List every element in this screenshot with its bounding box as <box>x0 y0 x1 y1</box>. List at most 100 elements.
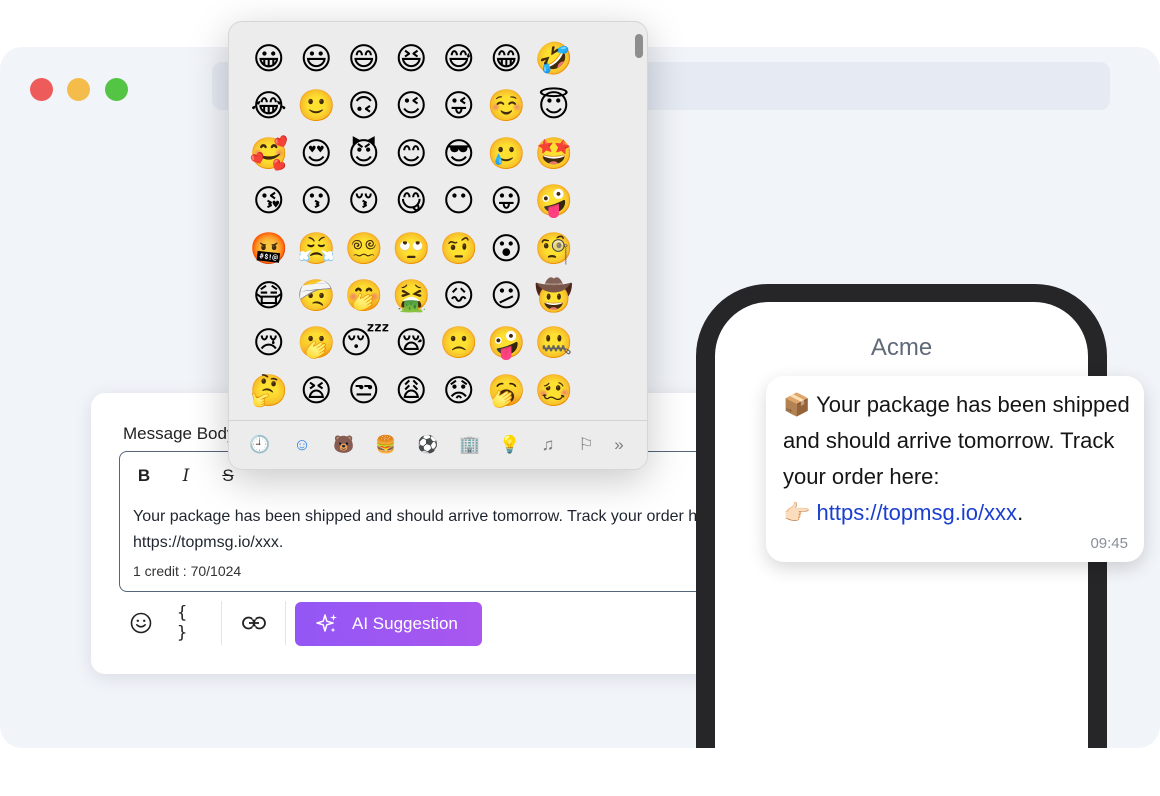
emoji-option[interactable]: 😕 <box>483 272 531 319</box>
emoji-option[interactable]: 😵‍💫 <box>340 225 388 272</box>
emoji-option[interactable]: 😁 <box>483 35 531 82</box>
link-icon <box>242 616 266 630</box>
link-suffix: . <box>1017 500 1024 525</box>
close-window-button[interactable] <box>30 78 53 101</box>
emoji-option[interactable]: 😃 <box>293 35 341 82</box>
emoji-option[interactable]: 😟 <box>435 367 483 414</box>
food-icon[interactable]: 🍔 <box>374 433 398 457</box>
picker-scrollbar[interactable] <box>635 34 643 58</box>
emoji-picker-button[interactable] <box>127 603 155 643</box>
emoji-option[interactable]: 😋 <box>388 177 436 224</box>
emoji-category-bar: 🕘 ☺ 🐻 🍔 ⚽ 🏢 💡 ♫ ⚐ » <box>229 420 647 469</box>
insert-variable-button[interactable]: { } <box>177 603 205 643</box>
toolbar-divider <box>285 601 286 645</box>
emoji-option[interactable]: 😇 <box>530 82 578 129</box>
emoji-option[interactable]: 😆 <box>388 35 436 82</box>
emoji-option[interactable]: 🥰 <box>245 130 293 177</box>
sms-message-text: 📦 Your package has been shipped and shou… <box>783 387 1133 531</box>
zoom-window-button[interactable] <box>105 78 128 101</box>
emoji-option[interactable]: 🤮 <box>388 272 436 319</box>
italic-button[interactable]: I <box>172 462 200 490</box>
emoji-option[interactable]: 🤬 <box>245 225 293 272</box>
pointing-emoji: 👉🏻 <box>783 500 811 525</box>
emoji-option[interactable]: 🤔 <box>245 367 293 414</box>
emoji-option[interactable]: 🤐 <box>530 319 578 366</box>
emoji-option[interactable]: 😩 <box>388 367 436 414</box>
message-body-label: Message Body <box>123 424 236 443</box>
sender-name: Acme <box>870 334 933 361</box>
emoji-option[interactable]: 🤭 <box>340 272 388 319</box>
emoji-option[interactable]: 😴 <box>340 319 390 366</box>
message-text[interactable]: Your package has been shipped and should… <box>133 504 753 556</box>
minimize-window-button[interactable] <box>67 78 90 101</box>
bold-button[interactable]: B <box>130 462 158 490</box>
emoji-option[interactable]: 😫 <box>293 367 341 414</box>
symbols-icon[interactable]: ♫ <box>536 433 560 457</box>
emoji-option[interactable]: 🙄 <box>388 225 436 272</box>
smileys-icon[interactable]: ☺ <box>290 433 314 457</box>
credit-counter: 1 credit : 70/1024 <box>133 563 242 579</box>
sms-message-bubble: 📦 Your package has been shipped and shou… <box>766 376 1144 562</box>
animals-icon[interactable]: 🐻 <box>332 433 356 457</box>
toolbar-divider <box>221 601 222 645</box>
emoji-option[interactable]: ☺️ <box>483 82 531 129</box>
ai-suggestion-button[interactable]: AI Suggestion <box>295 602 482 646</box>
emoji-option[interactable]: 🤪 <box>483 319 531 366</box>
emoji-grid: 😀 😃 😄 😆 😅 😁 🤣 😂 🙂 🙃 😉 😜 ☺️ 😇 🥰 😍 😈 😊 😎 🥲 🤩 😘 😗 😚 😋 😶 😛 🤪 🤬 😤 😵‍💫 🙄 🤨 😮 🧐 😷 🤕… <box>245 35 578 414</box>
sparkle-icon <box>316 614 337 633</box>
emoji-option[interactable]: 😚 <box>340 177 388 224</box>
sms-body: Your package has been shipped and should… <box>783 392 1130 489</box>
emoji-option[interactable]: 🙁 <box>435 319 483 366</box>
emoji-option[interactable]: 🤨 <box>435 225 483 272</box>
emoji-option[interactable]: 🙃 <box>340 82 388 129</box>
travel-icon[interactable]: 🏢 <box>458 433 482 457</box>
page-bottom-margin <box>0 748 1160 796</box>
message-line-1: Your package has been shipped and should… <box>133 508 725 525</box>
emoji-option[interactable]: 🤪 <box>530 177 578 224</box>
emoji-option[interactable]: 😈 <box>340 130 388 177</box>
emoji-option[interactable]: 🧐 <box>530 225 578 272</box>
ai-suggestion-label: AI Suggestion <box>352 614 458 633</box>
emoji-option[interactable]: 😎 <box>435 130 483 177</box>
emoji-option[interactable]: 😅 <box>435 35 483 82</box>
emoji-option[interactable]: 😍 <box>293 130 341 177</box>
emoji-option[interactable]: 😷 <box>245 272 293 319</box>
emoji-option[interactable]: 😀 <box>245 35 293 82</box>
emoji-picker-popover: 😀 😃 😄 😆 😅 😁 🤣 😂 🙂 🙃 😉 😜 ☺️ 😇 🥰 😍 😈 😊 😎 🥲 🤩 😘 😗 😚 😋 😶 😛 🤪 🤬 😤 😵‍💫 🙄 🤨 😮 🧐 😷 🤕… <box>228 21 648 470</box>
emoji-option[interactable]: 😊 <box>388 130 436 177</box>
emoji-option[interactable]: 😮 <box>483 225 531 272</box>
insert-link-button[interactable] <box>239 603 269 643</box>
flags-icon[interactable]: ⚐ <box>574 433 598 457</box>
objects-icon[interactable]: 💡 <box>498 433 522 457</box>
emoji-option[interactable]: 😂 <box>245 82 293 129</box>
emoji-option[interactable]: 😗 <box>293 177 341 224</box>
emoji-option[interactable]: 🥱 <box>483 367 531 414</box>
emoji-option[interactable]: 😛 <box>483 177 531 224</box>
emoji-option[interactable]: 🤣 <box>530 35 578 82</box>
emoji-option[interactable]: 🙂 <box>293 82 341 129</box>
emoji-option[interactable]: 😄 <box>340 35 388 82</box>
more-icon[interactable]: » <box>607 433 631 457</box>
emoji-option[interactable]: 🤠 <box>530 272 578 319</box>
emoji-option[interactable]: 🥴 <box>530 367 578 414</box>
emoji-option[interactable]: 😉 <box>388 82 436 129</box>
emoji-option[interactable]: 😤 <box>293 225 341 272</box>
emoji-option[interactable]: 🫢 <box>293 319 341 366</box>
emoji-option[interactable]: 😒 <box>340 367 388 414</box>
recent-icon[interactable]: 🕘 <box>248 433 272 457</box>
activity-icon[interactable]: ⚽ <box>416 433 440 457</box>
tracking-link[interactable]: https://topmsg.io/xxx <box>817 500 1018 525</box>
package-emoji: 📦 <box>783 392 811 417</box>
emoji-option[interactable]: 😢 <box>245 319 293 366</box>
message-line-2: https://topmsg.io/xxx. <box>133 534 284 551</box>
message-editor[interactable]: B I S Your package has been shipped and … <box>119 451 759 592</box>
emoji-option[interactable]: 😖 <box>435 272 483 319</box>
emoji-option[interactable]: 😶 <box>435 177 483 224</box>
emoji-option[interactable]: 😘 <box>245 177 293 224</box>
emoji-option[interactable]: 🥲 <box>483 130 531 177</box>
stage: Message Body B I S Your package has been… <box>0 0 1160 796</box>
emoji-option[interactable]: 😜 <box>435 82 483 129</box>
emoji-option[interactable]: 🤕 <box>293 272 341 319</box>
emoji-option[interactable]: 🤩 <box>530 130 578 177</box>
emoji-option[interactable]: 😪 <box>388 319 436 366</box>
